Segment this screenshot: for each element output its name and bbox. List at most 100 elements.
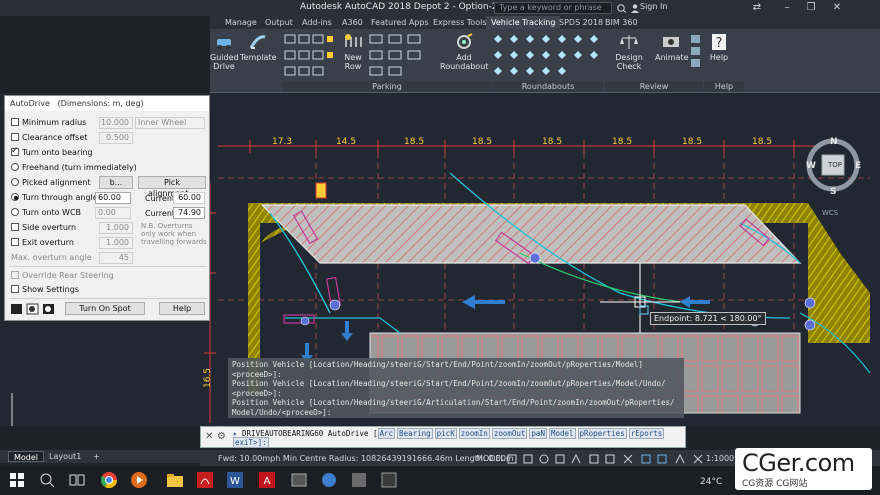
minimum-radius-checkbox[interactable] <box>11 118 19 126</box>
command-line[interactable]: ✕ ⚙ ▸ DRIVEAUTOBEARING60 AutoDrive [Arc B… <box>200 426 686 448</box>
autocad-icon[interactable]: A <box>258 471 276 489</box>
restore-button[interactable]: ❐ <box>800 1 822 15</box>
wcs-label[interactable]: WCS <box>822 209 838 217</box>
dialog-help-button[interactable]: Help <box>159 302 205 315</box>
turn-on-spot-button[interactable]: Turn On Spot <box>65 302 145 315</box>
turn-through-angle-row[interactable]: Turn through angle <box>11 192 98 204</box>
parking-tools-grid-icon[interactable] <box>367 32 429 80</box>
override-rear-row[interactable]: Override Rear Steering <box>11 270 114 282</box>
add-layout-button[interactable]: + <box>88 451 105 462</box>
option-bearing[interactable]: Bearing <box>397 428 433 439</box>
exit-overturn-field[interactable]: 1.000 <box>99 237 133 249</box>
max-overturn-field[interactable]: 45 <box>99 252 133 264</box>
side-overturn-row[interactable]: Side overturn <box>11 222 76 234</box>
customize-command-icon[interactable]: ⚙ <box>217 431 226 442</box>
option-zoomout[interactable]: zoomOut <box>491 428 528 439</box>
freehand-row[interactable]: Freehand (turn immediately) <box>11 162 137 174</box>
option-pick[interactable]: picK <box>434 428 457 439</box>
picked-alignment-button[interactable]: b... <box>99 176 133 189</box>
option-reports[interactable]: rEports <box>628 428 665 439</box>
show-settings-row[interactable]: Show Settings <box>11 284 79 296</box>
option-exit[interactable]: exiT>]: <box>233 437 269 448</box>
turn-onto-bearing-checkbox[interactable] <box>11 145 19 157</box>
turn-onto-wcb-row[interactable]: Turn onto WCB <box>11 207 81 219</box>
acrobat-icon[interactable] <box>196 471 214 489</box>
option-pan[interactable]: paN <box>529 428 547 439</box>
panel-help[interactable]: Help <box>704 81 744 92</box>
show-settings-checkbox[interactable] <box>11 285 19 293</box>
option-arc[interactable]: Arc <box>377 428 396 439</box>
roundabout-tools-grid-icon[interactable] <box>492 32 602 80</box>
wheel-select[interactable]: Inner Wheel <box>135 117 205 129</box>
guided-drive-button[interactable]: Guided Drive <box>210 33 239 71</box>
exit-overturn-row[interactable]: Exit overturn <box>11 237 74 249</box>
word-icon[interactable]: W <box>226 471 244 489</box>
tab-bim-360[interactable]: BIM 360 <box>600 16 643 29</box>
clearance-offset-checkbox[interactable] <box>11 133 19 141</box>
template-button[interactable]: Template <box>240 33 277 62</box>
option-model[interactable]: Model <box>548 428 576 439</box>
pick-alignment-button[interactable]: Pick alignment... <box>138 176 206 198</box>
model-space-toggle[interactable]: MODEL <box>476 452 505 466</box>
minimum-radius-row[interactable]: Minimum radius <box>11 117 86 129</box>
search-taskbar-icon[interactable] <box>38 471 56 489</box>
tab-layout1[interactable]: Layout1 <box>44 451 86 462</box>
tab-model[interactable]: Model <box>8 451 45 462</box>
panel-roundabouts[interactable]: Roundabouts <box>493 81 603 92</box>
app-icon[interactable] <box>290 471 308 489</box>
windows-start-icon[interactable] <box>8 471 26 489</box>
tab-output[interactable]: Output <box>260 16 298 29</box>
turn-onto-bearing-row[interactable]: Turn onto bearing <box>11 145 93 159</box>
clearance-offset-row[interactable]: Clearance offset <box>11 132 87 144</box>
side-overturn-checkbox[interactable] <box>11 223 19 231</box>
task-view-icon[interactable] <box>68 471 86 489</box>
sign-in-link[interactable]: Sign In <box>640 2 667 11</box>
tab-featured-apps[interactable]: Featured Apps <box>366 16 434 29</box>
close-command-icon[interactable]: ✕ <box>205 431 213 442</box>
weather-temp[interactable]: 24°C <box>700 477 722 487</box>
compass-south[interactable]: S <box>830 187 836 197</box>
status-toggles-icons[interactable] <box>506 454 716 464</box>
turn-through-angle-radio[interactable] <box>11 193 19 201</box>
search-input[interactable]: Type a keyword or phrase <box>494 2 612 14</box>
animate-options-icon[interactable] <box>690 33 702 69</box>
add-roundabout-button[interactable]: Add Roundabout <box>440 33 488 71</box>
file-explorer-icon[interactable] <box>166 471 184 489</box>
tab-add-ins[interactable]: Add-ins <box>297 16 337 29</box>
vehicle-mode-icons[interactable] <box>10 302 58 316</box>
turn-onto-wcb-radio[interactable] <box>11 208 19 216</box>
option-properties[interactable]: pRoperties <box>577 428 627 439</box>
compass-west[interactable]: W <box>806 161 816 171</box>
panel-review[interactable]: Review <box>605 81 703 92</box>
compass-north[interactable]: N <box>830 137 838 147</box>
compass-east[interactable]: E <box>855 161 861 171</box>
media-player-icon[interactable] <box>130 471 148 489</box>
vehicle-tools-grid-icon[interactable] <box>283 32 341 80</box>
design-check-button[interactable]: Design Check <box>606 33 652 71</box>
help-ribbon-button[interactable]: ? Help <box>707 33 731 62</box>
tab-manage[interactable]: Manage <box>220 16 262 29</box>
clearance-offset-field[interactable]: 0.500 <box>99 132 133 144</box>
option-zoomin[interactable]: zoomIn <box>458 428 490 439</box>
app-icon[interactable] <box>320 471 338 489</box>
search-icon[interactable] <box>616 3 628 13</box>
picked-alignment-row[interactable]: Picked alignment <box>11 177 91 189</box>
turn-through-angle-select[interactable]: 60.00 <box>95 192 131 204</box>
picked-alignment-radio[interactable] <box>11 178 19 186</box>
chrome-icon[interactable] <box>100 471 118 489</box>
app-icon[interactable] <box>380 471 398 489</box>
exit-overturn-checkbox[interactable] <box>11 238 19 246</box>
panel-parking[interactable]: Parking <box>282 81 492 92</box>
drawing-canvas[interactable]: 17.3 14.5 18.5 18.5 18.5 18.5 18.5 18.5 … <box>0 93 880 426</box>
tab-vehicle-tracking[interactable]: Vehicle Tracking <box>486 16 561 29</box>
override-rear-checkbox[interactable] <box>11 271 19 279</box>
tab-a360[interactable]: A360 <box>337 16 368 29</box>
app-icon[interactable] <box>350 471 368 489</box>
exchange-icon[interactable]: ⇄ <box>746 1 768 15</box>
minimize-button[interactable]: – <box>776 1 798 15</box>
command-input[interactable]: ▸ DRIVEAUTOBEARING60 AutoDrive [Arc Beari… <box>233 428 666 448</box>
tab-express-tools[interactable]: Express Tools <box>428 16 492 29</box>
minimum-radius-field[interactable]: 10.000 <box>99 117 133 129</box>
annotation-scale[interactable]: 1:1000 <box>706 452 734 466</box>
animate-button[interactable]: Animate <box>655 33 689 62</box>
